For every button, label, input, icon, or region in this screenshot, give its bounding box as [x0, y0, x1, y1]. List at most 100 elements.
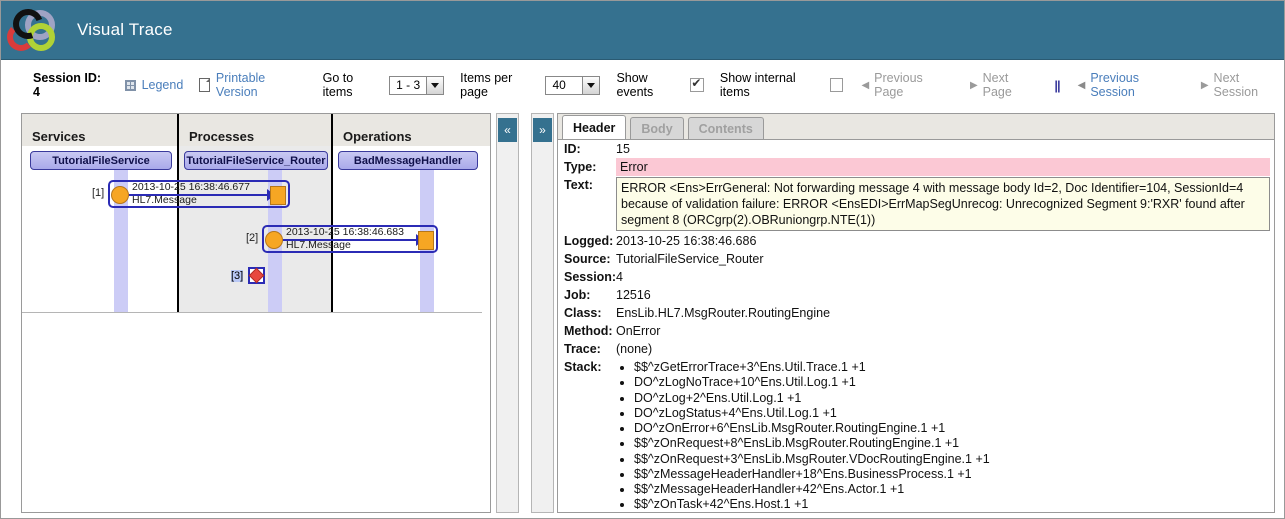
field-trace-value: (none)	[616, 342, 653, 356]
field-source: Source: TutorialFileService_Router	[558, 250, 1274, 268]
previous-session-label: Previous Session	[1090, 71, 1139, 99]
triangle-right-icon: ▶	[969, 79, 978, 91]
error-diamond-icon	[248, 267, 265, 284]
next-page-button[interactable]: ▶ Next Page	[970, 71, 1038, 99]
message-end-square-icon	[418, 231, 434, 250]
field-source-value: TutorialFileService_Router	[616, 252, 764, 266]
field-logged-value: 2013-10-25 16:38:46.686	[616, 234, 757, 248]
legend-button[interactable]: Legend	[124, 78, 184, 92]
page-title: Visual Trace	[77, 20, 173, 39]
field-job: Job: 12516	[558, 286, 1274, 304]
host-box-tutorialfileservice[interactable]: TutorialFileService	[30, 151, 172, 170]
lane-header-processes: Processes	[179, 114, 333, 146]
field-class: Class: EnsLib.HL7.MsgRouter.RoutingEngin…	[558, 304, 1274, 322]
stack-list: $$^zGetErrorTrace+3^Ens.Util.Trace.1 +1D…	[616, 360, 1274, 514]
host-box-tutorialfileservice-router[interactable]: TutorialFileService_Router	[184, 151, 328, 170]
previous-page-button[interactable]: ◀ Previous Page	[861, 71, 952, 99]
pause-icon[interactable]: ||	[1054, 78, 1060, 93]
stack-item: $$^zGetErrorTrace+3^Ens.Util.Trace.1 +1	[634, 360, 1274, 375]
printable-version-button[interactable]: Printable Version	[199, 71, 306, 99]
visual-trace-app: Visual Trace Session ID: 4 Legend Printa…	[0, 0, 1285, 519]
message-start-dot-icon	[265, 231, 283, 249]
page-icon	[199, 78, 210, 92]
stack-item: $$^zOnRequest+8^EnsLib.MsgRouter.Routing…	[634, 436, 1274, 451]
triangle-right-icon: ▶	[1200, 79, 1209, 91]
trace-item-message-1: HL7.Message	[132, 194, 197, 206]
grid-icon	[124, 79, 136, 91]
printable-version-label: Printable Version	[215, 71, 266, 99]
collapse-left-button[interactable]: «	[498, 118, 517, 142]
lane-header-operations: Operations	[333, 114, 490, 146]
tab-header[interactable]: Header	[562, 115, 627, 139]
next-page-label: Next Page	[982, 71, 1012, 99]
lane-column-services	[22, 146, 179, 312]
stack-item: DO^zOnError+6^EnsLib.MsgRouter.RoutingEn…	[634, 421, 1274, 436]
previous-session-button[interactable]: ◀ Previous Session	[1078, 71, 1183, 99]
trace-item-message-2: HL7.Message	[286, 239, 351, 251]
field-session-value: 4	[616, 270, 623, 284]
stack-item: $$^zOnTask+42^Ens.Host.1 +1	[634, 497, 1274, 512]
trace-item-3-error[interactable]	[248, 267, 265, 284]
goto-items-select[interactable]: 1 - 3	[389, 75, 445, 95]
field-text-value: ERROR <Ens>ErrGeneral: Not forwarding me…	[616, 177, 1270, 231]
field-text: Text: ERROR <Ens>ErrGeneral: Not forward…	[558, 176, 1274, 232]
show-events-checkbox[interactable]	[690, 76, 704, 92]
trace-item-index-1: [1]	[92, 187, 105, 199]
chevron-down-icon	[582, 76, 600, 94]
stack-item: $$^zMessageHeaderHandler+42^Ens.Actor.1 …	[634, 482, 1274, 497]
stack-item: $$^zOnRequest+3^EnsLib.MsgRouter.VDocRou…	[634, 452, 1274, 467]
right-collapse-strip: »	[531, 113, 554, 513]
stack-item: $$^zMessageHeaderHandler+18^Ens.Business…	[634, 467, 1274, 482]
chevron-double-right-icon: »	[539, 123, 546, 137]
stack-item: DO^zStart+62^Ens.Job.1 +2	[634, 513, 1274, 514]
field-trace: Trace: (none)	[558, 340, 1274, 358]
tab-body[interactable]: Body	[630, 117, 684, 139]
field-session: Session: 4	[558, 268, 1274, 286]
stack-item: DO^zLogStatus+4^Ens.Util.Log.1 +1	[634, 406, 1274, 421]
next-session-button[interactable]: ▶ Next Session	[1201, 71, 1284, 99]
tab-contents[interactable]: Contents	[687, 117, 764, 139]
trace-item-timestamp-2: 2013-10-25 16:38:46.683	[286, 226, 404, 238]
lane-headers: Services Processes Operations	[22, 114, 490, 146]
field-job-value: 12516	[616, 288, 651, 302]
field-stack: Stack: $$^zGetErrorTrace+3^Ens.Util.Trac…	[558, 358, 1274, 514]
detail-tabs: Header Body Contents	[558, 114, 1274, 140]
field-method-value: OnError	[616, 324, 661, 338]
stack-item: DO^zLogNoTrace+10^Ens.Util.Log.1 +1	[634, 375, 1274, 390]
session-id-label: Session ID: 4	[33, 71, 102, 99]
field-id: ID: 15	[558, 140, 1274, 158]
show-events-label: Show events	[616, 71, 654, 99]
field-method: Method: OnError	[558, 322, 1274, 340]
field-logged: Logged: 2013-10-25 16:38:46.686	[558, 232, 1274, 250]
show-internal-items-label: Show internal items	[719, 71, 796, 99]
legend-label: Legend	[141, 78, 184, 92]
chevron-down-icon	[426, 76, 444, 94]
lanes-body: TutorialFileService TutorialFileService_…	[22, 146, 490, 512]
left-collapse-strip: «	[496, 113, 519, 513]
previous-page-label: Previous Page	[874, 71, 923, 99]
next-session-label: Next Session	[1213, 71, 1259, 99]
lane-header-services: Services	[22, 114, 179, 146]
collapse-right-button[interactable]: »	[533, 118, 552, 142]
lane-bottom-divider	[22, 312, 482, 313]
field-type-value: Error	[616, 158, 1270, 176]
detail-fields: ID: 15 Type: Error Text: ERROR <Ens>ErrG…	[558, 140, 1274, 514]
field-type: Type: Error	[558, 158, 1274, 176]
trace-item-timestamp-1: 2013-10-25 16:38:46.677	[132, 181, 250, 193]
show-internal-items-checkbox[interactable]	[829, 78, 844, 92]
goto-items-value: 1 - 3	[396, 78, 421, 92]
items-per-page-select[interactable]: 40	[545, 75, 601, 95]
triangle-left-icon: ◀	[861, 79, 870, 91]
message-end-square-icon	[270, 186, 286, 205]
trace-item-1[interactable]: 2013-10-25 16:38:46.677 HL7.Message	[108, 180, 290, 208]
toolbar: Session ID: 4 Legend Printable Version G…	[1, 60, 1284, 110]
field-id-value: 15	[616, 142, 630, 156]
message-start-dot-icon	[111, 186, 129, 204]
host-box-badmessagehandler[interactable]: BadMessageHandler	[338, 151, 478, 170]
field-class-value: EnsLib.HL7.MsgRouter.RoutingEngine	[616, 306, 831, 320]
trace-diagram-panel: Services Processes Operations TutorialFi…	[21, 113, 491, 513]
trace-item-2[interactable]: 2013-10-25 16:38:46.683 HL7.Message	[262, 225, 438, 253]
detail-panel: Header Body Contents ID: 15 Type: Error	[557, 113, 1275, 513]
title-bar: Visual Trace	[1, 1, 1284, 60]
triangle-left-icon: ◀	[1077, 79, 1086, 91]
